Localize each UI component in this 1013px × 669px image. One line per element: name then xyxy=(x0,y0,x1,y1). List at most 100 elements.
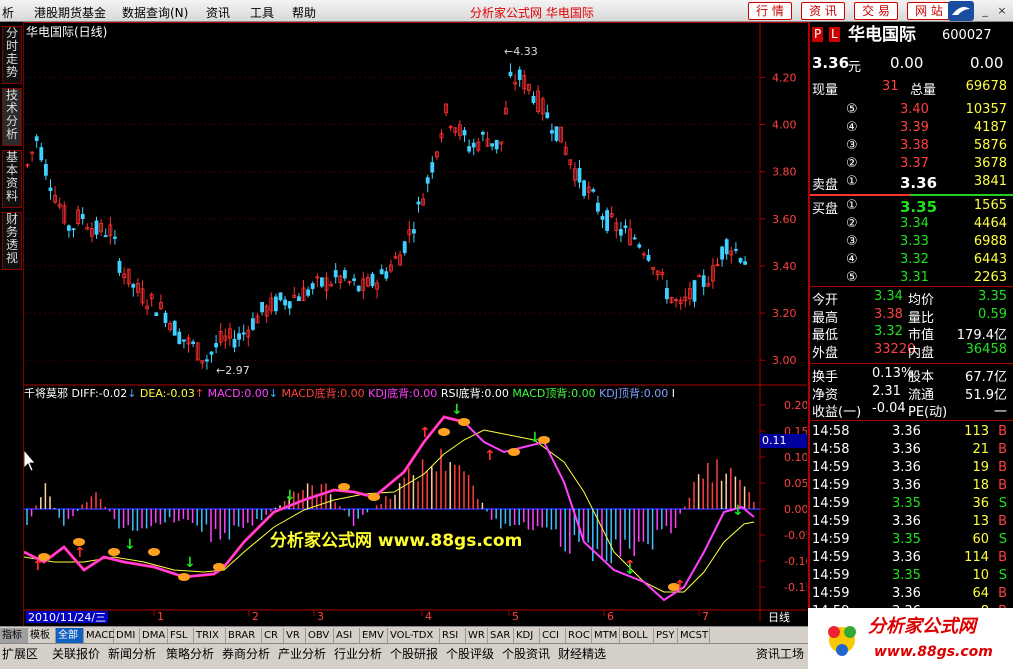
candle-body xyxy=(209,351,214,355)
extension-tab[interactable]: 策略分析 xyxy=(166,646,214,662)
indicator-name: 千将莫邪 xyxy=(24,387,68,400)
period-label[interactable]: 日线 xyxy=(768,611,790,625)
indicator-tab[interactable]: TRIX xyxy=(194,628,226,643)
menu-help[interactable]: 帮助 xyxy=(292,4,316,21)
ask-level: ⑤ xyxy=(846,102,858,117)
dea-value: -0.03 xyxy=(166,387,195,400)
news-button[interactable]: 资 讯 xyxy=(801,2,845,20)
tab-technical[interactable]: 技术分析 xyxy=(2,88,22,146)
indicator-tab[interactable]: OBV xyxy=(306,628,334,643)
tab-financial[interactable]: 财务透视 xyxy=(2,212,22,270)
tick-row: 14:59 3.36 64 B xyxy=(810,586,1013,604)
indicator-tab[interactable]: VOL-TDX xyxy=(388,628,440,643)
close-icon[interactable]: × xyxy=(995,4,1009,18)
candle-body xyxy=(384,271,389,279)
diff-label: DIFF: xyxy=(71,387,99,400)
tick-row: 14:58 3.36 113 B xyxy=(810,424,1013,442)
stat-label: 外盘 xyxy=(812,345,839,361)
tick-volume: 64 xyxy=(972,586,989,601)
menu-tools[interactable]: 工具 xyxy=(250,4,274,21)
indicator-tab[interactable]: KDJ xyxy=(514,628,540,643)
stat-label: PE(动) xyxy=(908,405,948,420)
indicator-tab[interactable]: WR xyxy=(466,628,488,643)
candle-body xyxy=(250,318,255,330)
tab-fundamental[interactable]: 基本资料 xyxy=(2,150,22,208)
indicator-tab[interactable]: CCI xyxy=(540,628,566,643)
indicator-tab[interactable]: RSI xyxy=(440,628,466,643)
indicator-tab[interactable]: 指标 xyxy=(0,628,28,643)
candle-body xyxy=(370,273,375,287)
indicator-tab[interactable]: BRAR xyxy=(226,628,262,643)
tick-row: 14:58 3.36 21 B xyxy=(810,442,1013,460)
extension-tab[interactable]: 关联报价 xyxy=(52,646,100,662)
tick-volume: 60 xyxy=(972,532,989,547)
bid-volume: 4464 xyxy=(973,216,1007,231)
extension-tab[interactable]: 行业分析 xyxy=(334,646,382,662)
last-price: 3.36 xyxy=(812,54,850,72)
candle-body xyxy=(241,332,246,335)
ask-row: ② 3.37 3678 xyxy=(810,156,1013,174)
now-vol: 31 xyxy=(882,79,899,94)
candle-body xyxy=(163,312,168,323)
buy-arrow-icon: ↑ xyxy=(484,448,496,464)
trade-button[interactable]: 交 易 xyxy=(854,2,898,20)
candle-body xyxy=(283,299,288,306)
kline-y-tick: 3.20 xyxy=(772,307,797,320)
extension-tab[interactable]: 个股评级 xyxy=(446,646,494,662)
menu-analysis[interactable]: 析 xyxy=(2,4,14,21)
tab-intraday[interactable]: 分时走势 xyxy=(2,26,22,84)
tick-time: 14:59 xyxy=(812,460,850,475)
indicator-tab[interactable]: EMV xyxy=(360,628,388,643)
extension-tab[interactable]: 个股资讯 xyxy=(502,646,550,662)
macd-top-value: 0.00 xyxy=(571,387,596,400)
info-workshop-button[interactable]: 资讯工场 xyxy=(756,646,804,662)
date-tick-label: 2 xyxy=(252,610,259,623)
stat-label: 流通 xyxy=(908,387,935,403)
tick-side: S xyxy=(998,496,1007,511)
candle-body xyxy=(352,278,357,281)
indicator-tab[interactable]: DMI xyxy=(114,628,140,643)
menu-hk-futures[interactable]: 港股期货基金 xyxy=(34,4,106,21)
indicator-tab[interactable]: 模板 xyxy=(28,628,56,643)
tick-side: B xyxy=(998,514,1007,529)
tick-time: 14:59 xyxy=(812,514,850,529)
indicator-tab[interactable]: PSY xyxy=(654,628,678,643)
menu-data-query[interactable]: 数据查询(N) xyxy=(122,4,188,21)
macd-y-tick: -0.05 xyxy=(784,529,807,542)
indicator-tab[interactable]: VR xyxy=(284,628,306,643)
extension-tab[interactable]: 财经精选 xyxy=(558,646,606,662)
tick-time: 14:59 xyxy=(812,586,850,601)
extension-tab[interactable]: 个股研报 xyxy=(390,646,438,662)
minimize-icon[interactable]: _ xyxy=(978,4,992,18)
signal-marker xyxy=(438,428,450,436)
indicator-tab[interactable]: CR xyxy=(262,628,284,643)
chart-area[interactable]: 4.20 4.00 3.80 3.60 3.40 3.20 3.00 ↑ ↑ ↑ ↑ ↑ ↑ ↓ ↓ ↓ ↓ ↓… xyxy=(23,22,812,642)
indicator-tab[interactable]: ROC xyxy=(566,628,592,643)
indicator-tab[interactable]: ASI xyxy=(334,628,360,643)
macd-y-tick: 0.00 xyxy=(784,503,807,516)
extension-tab[interactable]: 券商分析 xyxy=(222,646,270,662)
candle-body xyxy=(191,341,196,344)
indicator-tab[interactable]: 全部 xyxy=(56,628,84,643)
indicator-tab[interactable]: SAR xyxy=(488,628,514,643)
extension-tab[interactable]: 扩展区 xyxy=(2,646,38,662)
website-button[interactable]: 网 站 xyxy=(907,2,951,20)
current-indicator-value: 0.11 xyxy=(760,434,807,448)
stat-value: 0.59 xyxy=(978,306,1007,322)
stats2-row: 收益(一) -0.04 PE(动) 一 xyxy=(810,401,1013,420)
stat-label: 收益(一) xyxy=(812,405,862,420)
candle-body xyxy=(411,229,416,234)
indicator-tab[interactable]: BOLL xyxy=(620,628,654,643)
kline-title: 华电国际(日线) xyxy=(26,25,108,39)
indicator-tab[interactable]: FSL xyxy=(168,628,194,643)
extension-tab[interactable]: 新闻分析 xyxy=(108,646,156,662)
indicator-tab[interactable]: MACD xyxy=(84,628,116,643)
indicator-tab[interactable]: MTM xyxy=(592,628,620,643)
indicator-tab[interactable]: DMA xyxy=(140,628,168,643)
extension-tab[interactable]: 产业分析 xyxy=(278,646,326,662)
quote-button[interactable]: 行 情 xyxy=(748,2,792,20)
indicator-tab[interactable]: MCST xyxy=(678,628,710,643)
macd-top-label: MACD顶背: xyxy=(512,387,572,400)
menu-news[interactable]: 资讯 xyxy=(206,4,230,21)
candle-body xyxy=(154,312,159,317)
